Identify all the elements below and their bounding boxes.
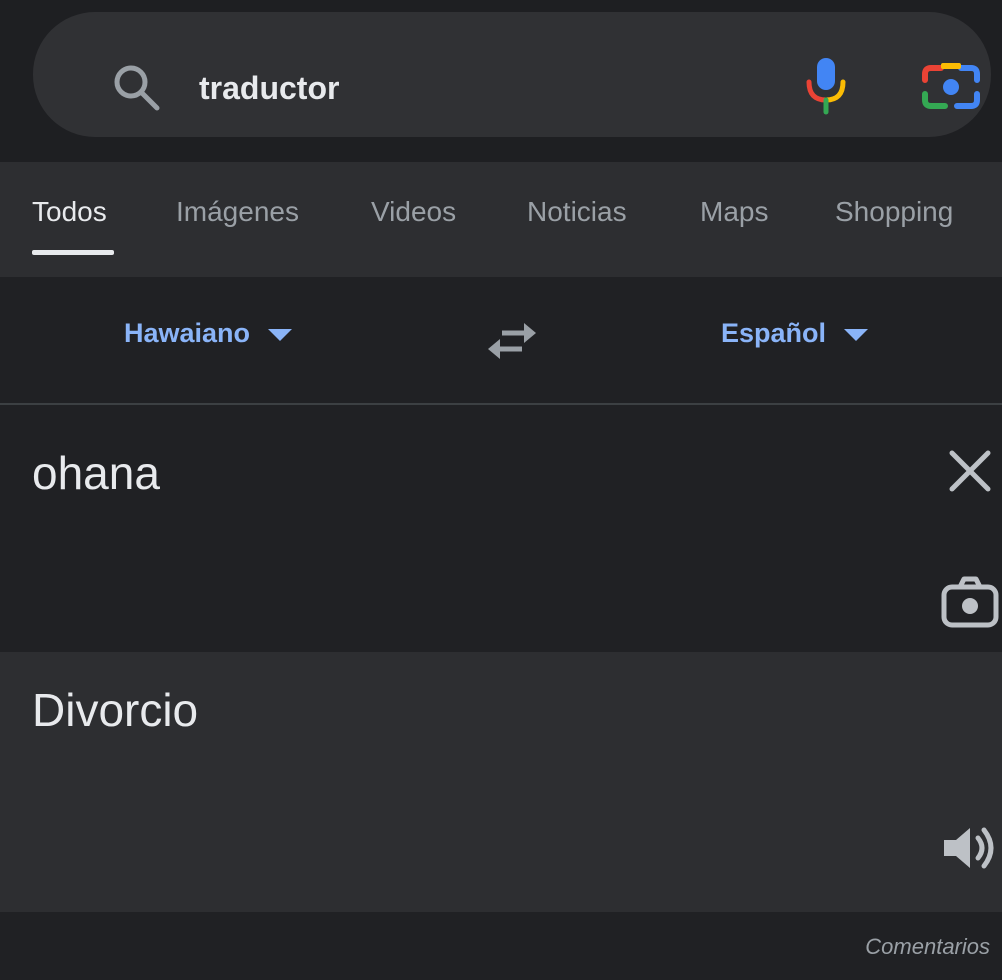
tab-shopping[interactable]: Shopping — [835, 192, 953, 232]
translated-text: Divorcio — [32, 684, 199, 736]
active-tab-indicator — [32, 250, 114, 255]
tab-scroll-fade — [972, 162, 1002, 277]
tab-imagenes[interactable]: Imágenes — [176, 192, 299, 232]
search-area: traductor — [0, 0, 1002, 162]
source-language-label: Hawaiano — [124, 318, 251, 348]
language-selector-bar: Hawaiano Español — [0, 277, 1002, 405]
tab-maps[interactable]: Maps — [700, 192, 768, 232]
swap-icon[interactable] — [484, 317, 540, 365]
tab-noticias[interactable]: Noticias — [527, 192, 627, 232]
microphone-icon[interactable] — [803, 56, 849, 116]
target-language-label: Español — [721, 318, 827, 348]
tab-videos[interactable]: Videos — [371, 192, 456, 232]
camera-lens-icon[interactable] — [921, 60, 981, 114]
camera-icon[interactable] — [940, 575, 1000, 631]
footer: Comentarios — [0, 912, 1002, 980]
chevron-down-icon — [268, 329, 293, 341]
search-bar[interactable]: traductor — [33, 12, 991, 137]
tab-todos[interactable]: Todos — [32, 192, 107, 232]
search-tabs: Todos Imágenes Videos Noticias Maps Shop… — [0, 162, 1002, 277]
search-icon[interactable] — [111, 62, 163, 114]
page: traductor Todos Imágenes Videos Noticias… — [0, 0, 1002, 980]
feedback-link[interactable]: Comentarios — [865, 932, 990, 962]
source-language-dropdown[interactable]: Hawaiano — [124, 315, 293, 351]
translation-result-panel: Divorcio — [0, 652, 1002, 912]
speaker-icon[interactable] — [940, 820, 1000, 876]
chevron-down-icon — [844, 329, 869, 341]
source-text-input[interactable]: ohana — [32, 445, 160, 501]
source-text-panel[interactable]: ohana — [0, 405, 1002, 652]
close-icon[interactable] — [946, 447, 994, 495]
target-language-dropdown[interactable]: Español — [721, 315, 869, 351]
search-input[interactable]: traductor — [199, 68, 339, 108]
